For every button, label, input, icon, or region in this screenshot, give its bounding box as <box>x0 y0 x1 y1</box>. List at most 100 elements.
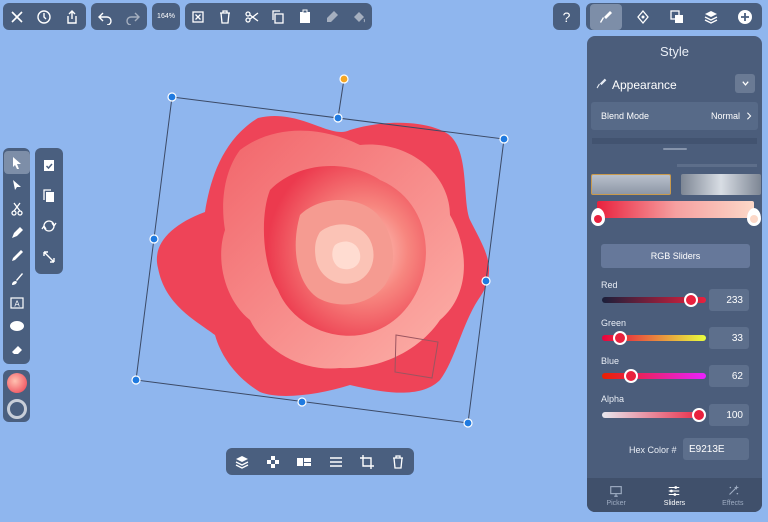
stroke-swatch[interactable] <box>6 399 27 419</box>
paint-icon[interactable] <box>319 4 345 30</box>
hex-value[interactable]: E9213E <box>683 438 749 460</box>
arrange-blocks-icon[interactable] <box>291 449 317 475</box>
paste-icon[interactable] <box>292 4 318 30</box>
appearance-header[interactable]: Appearance <box>591 72 758 96</box>
drag-handle[interactable] <box>663 148 687 150</box>
edit-toolbar <box>185 3 372 30</box>
blue-value[interactable]: 62 <box>709 365 749 387</box>
alpha-slider-knob[interactable] <box>692 408 706 422</box>
select-tool-icon[interactable] <box>3 151 30 175</box>
pen-tool-icon[interactable] <box>4 221 30 244</box>
svg-text:A: A <box>14 299 20 308</box>
layers-bottom-icon[interactable] <box>229 449 255 475</box>
fill-swatch[interactable] <box>6 373 27 393</box>
fill-type-solid[interactable] <box>591 174 671 195</box>
undo-toolbar <box>91 3 147 30</box>
blend-mode-label: Blend Mode <box>601 111 650 121</box>
gradient-stop-left[interactable] <box>591 208 605 226</box>
crop-icon[interactable] <box>354 449 380 475</box>
align-icon[interactable] <box>323 449 349 475</box>
zoom-label: 164% <box>157 13 175 20</box>
blue-slider-knob[interactable] <box>624 369 638 383</box>
red-slider-knob[interactable] <box>684 293 698 307</box>
chevron-down-icon[interactable] <box>735 74 755 93</box>
fill-bucket-icon[interactable] <box>346 4 372 30</box>
green-label: Green <box>601 318 627 328</box>
scissors-icon[interactable] <box>239 4 265 30</box>
layers-icon[interactable] <box>698 4 724 30</box>
green-value[interactable]: 33 <box>709 327 749 349</box>
trash-icon[interactable] <box>212 4 238 30</box>
tab-sliders[interactable]: Sliders <box>645 478 703 512</box>
clear-icon[interactable] <box>185 4 211 30</box>
eraser-tool-icon[interactable] <box>4 338 30 361</box>
sparkles-icon <box>728 484 739 495</box>
history-icon[interactable] <box>31 4 57 30</box>
duplicate-icon[interactable] <box>36 184 62 208</box>
brush-tool-icon[interactable] <box>4 268 30 291</box>
ellipse-tool-icon[interactable] <box>4 314 30 337</box>
brush-icon[interactable] <box>590 3 622 30</box>
red-value[interactable]: 233 <box>709 289 749 311</box>
red-slider[interactable] <box>602 293 706 307</box>
chevron-right-icon <box>747 112 752 120</box>
redo-icon[interactable] <box>120 4 146 30</box>
alpha-value[interactable]: 100 <box>709 404 749 426</box>
blue-slider[interactable] <box>602 369 706 383</box>
alpha-slider[interactable] <box>602 408 706 422</box>
rotate-handle <box>339 74 349 84</box>
file-toolbar <box>3 3 86 30</box>
undo-icon[interactable] <box>92 4 118 30</box>
share-icon[interactable] <box>59 4 85 30</box>
help-button[interactable]: ? <box>553 3 580 30</box>
color-swatches <box>3 370 30 422</box>
panel-divider-2 <box>677 164 757 167</box>
blue-label: Blue <box>601 356 620 366</box>
scissors-tool-icon[interactable] <box>4 198 30 221</box>
direct-select-icon[interactable] <box>4 174 30 197</box>
tab-effects-label: Effects <box>722 499 744 507</box>
rgb-sliders-button[interactable]: RGB Sliders <box>601 244 750 268</box>
text-tool-icon[interactable]: A <box>4 291 30 314</box>
green-slider[interactable] <box>602 331 706 345</box>
monitor-icon <box>610 485 622 497</box>
panel-divider <box>592 138 757 144</box>
rotate-icon[interactable] <box>36 214 62 238</box>
paintbrush-icon <box>596 78 607 89</box>
panel-title: Style <box>660 44 689 59</box>
scale-icon[interactable] <box>36 245 62 269</box>
help-icon: ? <box>562 8 571 25</box>
alpha-label: Alpha <box>601 394 625 404</box>
gradient-stop-right[interactable] <box>747 208 761 226</box>
tab-picker-label: Picker <box>606 499 626 507</box>
close-icon[interactable] <box>4 4 30 30</box>
copy-icon[interactable] <box>265 4 291 30</box>
hex-label: Hex Color # <box>629 445 677 455</box>
blend-mode-value: Normal <box>710 111 740 121</box>
delete-icon[interactable] <box>385 449 411 475</box>
appearance-label: Appearance <box>612 78 677 92</box>
zoom-display[interactable]: 164% <box>152 3 180 30</box>
blend-mode-row[interactable]: Blend Mode Normal <box>591 102 758 130</box>
tab-sliders-label: Sliders <box>663 499 686 507</box>
checker-icon[interactable] <box>260 449 286 475</box>
add-icon[interactable] <box>732 4 758 30</box>
pencil-tool-icon[interactable] <box>4 244 30 267</box>
green-slider-knob[interactable] <box>613 331 627 345</box>
action-toolbar <box>35 148 63 274</box>
panel-tabs <box>586 3 762 30</box>
red-label: Red <box>601 280 618 290</box>
gradient-bar[interactable] <box>597 201 754 218</box>
pen-nib-icon[interactable] <box>630 4 656 30</box>
clipboard-icon[interactable] <box>36 153 62 177</box>
tab-picker[interactable]: Picker <box>587 478 645 512</box>
object-toolbar <box>226 448 414 475</box>
tools-toolbar: A <box>3 148 30 364</box>
rose-artwork[interactable] <box>156 116 490 396</box>
sliders-icon <box>669 485 680 496</box>
style-panel: Style Appearance Blend Mode Normal RGB S… <box>587 36 762 512</box>
arrange-icon[interactable] <box>664 4 690 30</box>
tab-effects[interactable]: Effects <box>704 478 762 512</box>
fill-type-gradient[interactable] <box>681 174 761 195</box>
color-mode-tabs: Picker Sliders Effects <box>587 478 762 512</box>
